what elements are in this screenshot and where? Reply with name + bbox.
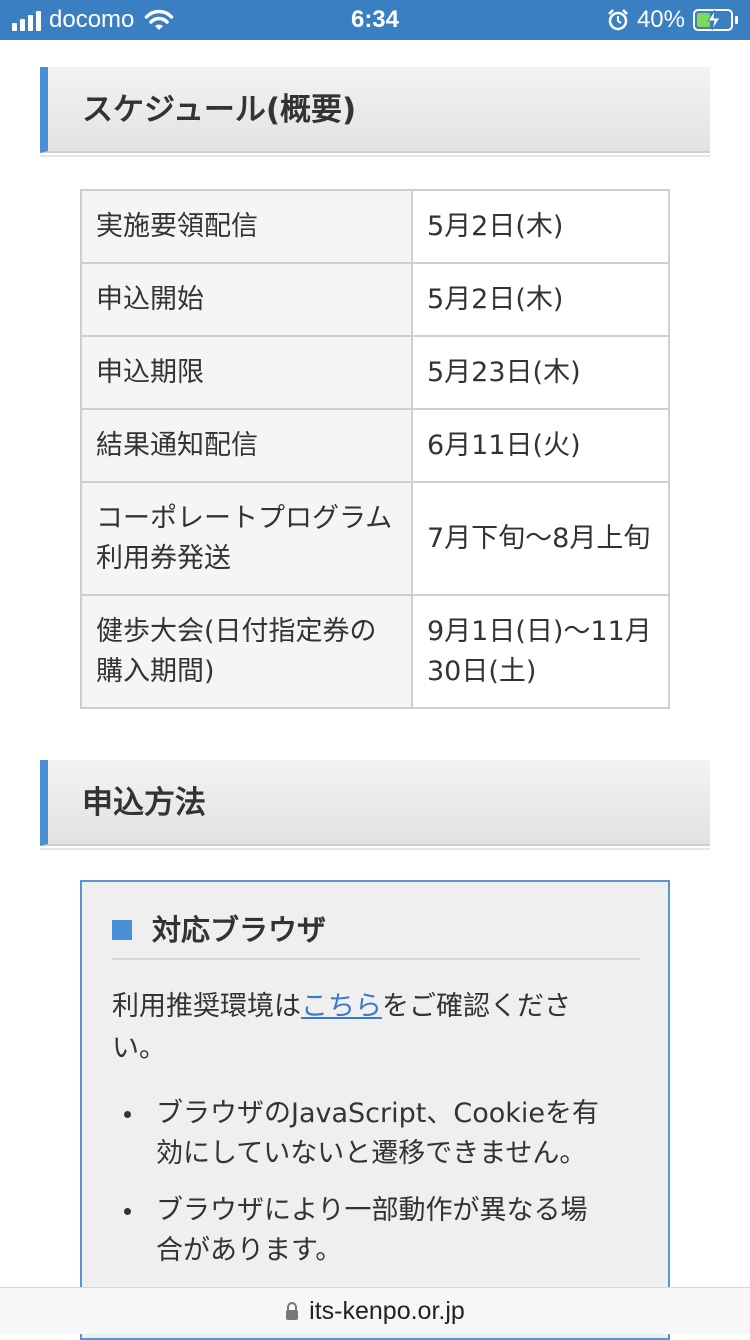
square-bullet-icon <box>112 920 132 940</box>
table-row: 結果通知配信 6月11日(火) <box>80 408 670 483</box>
row-value: 6月11日(火) <box>411 408 670 483</box>
lock-icon <box>286 1302 299 1320</box>
list-item: ブラウザにより一部動作が異なる場合があります。 <box>112 1191 612 1271</box>
row-label: コーポレートプログラム利用券発送 <box>80 481 413 596</box>
browser-box-title: 対応ブラウザ <box>152 913 327 947</box>
table-row: コーポレートプログラム利用券発送 7月下旬〜8月上旬 <box>80 481 670 596</box>
browser-box-intro: 利用推奨環境はこちらをご確認ください。 <box>112 986 612 1070</box>
row-label: 実施要領配信 <box>80 189 413 264</box>
schedule-heading: スケジュール(概要) <box>82 92 357 128</box>
browser-notes-list: ブラウザのJavaScript、Cookieを有効にしていないと遷移できません。… <box>112 1094 612 1288</box>
url-bar[interactable]: its-kenpo.or.jp <box>0 1287 750 1334</box>
schedule-table: 実施要領配信 5月2日(木) 申込開始 5月2日(木) 申込期限 5月23日(木… <box>80 189 670 709</box>
intro-text-before: 利用推奨環境は <box>112 991 301 1022</box>
row-value: 7月下旬〜8月上旬 <box>411 481 670 596</box>
url-text[interactable]: its-kenpo.or.jp <box>309 1297 465 1326</box>
status-right: 40% <box>607 0 738 40</box>
row-value: 5月2日(木) <box>411 262 670 337</box>
apply-section-header: 申込方法 <box>40 760 710 846</box>
row-label: 健歩大会(日付指定券の購入期間) <box>80 594 413 709</box>
status-bar: docomo 6:34 40% <box>0 0 750 40</box>
schedule-section-header: スケジュール(概要) <box>40 67 710 153</box>
row-label: 申込開始 <box>80 262 413 337</box>
row-label: 申込期限 <box>80 335 413 410</box>
alarm-icon <box>608 9 628 31</box>
row-value: 9月1日(日)〜11月30日(土) <box>411 594 670 709</box>
table-row: 申込開始 5月2日(木) <box>80 262 670 337</box>
row-label: 結果通知配信 <box>80 408 413 483</box>
recommended-env-link[interactable]: こちら <box>301 991 382 1022</box>
battery-cap <box>735 16 738 24</box>
apply-heading: 申込方法 <box>82 785 206 821</box>
battery-percent: 40% <box>636 6 685 33</box>
charging-bolt-icon <box>707 9 721 31</box>
table-row: 健歩大会(日付指定券の購入期間) 9月1日(日)〜11月30日(土) <box>80 594 670 709</box>
section-divider <box>40 848 710 850</box>
browser-box-title-row: 対応ブラウザ <box>112 912 640 960</box>
table-row: 実施要領配信 5月2日(木) <box>80 189 670 264</box>
browser-info-box: 対応ブラウザ 利用推奨環境はこちらをご確認ください。 ブラウザのJavaScri… <box>80 880 670 1340</box>
section-divider <box>40 155 710 157</box>
list-item: ブラウザのJavaScript、Cookieを有効にしていないと遷移できません。 <box>112 1094 612 1174</box>
battery-icon <box>693 9 733 31</box>
row-value: 5月23日(木) <box>411 335 670 410</box>
row-value: 5月2日(木) <box>411 189 670 264</box>
table-row: 申込期限 5月23日(木) <box>80 335 670 410</box>
